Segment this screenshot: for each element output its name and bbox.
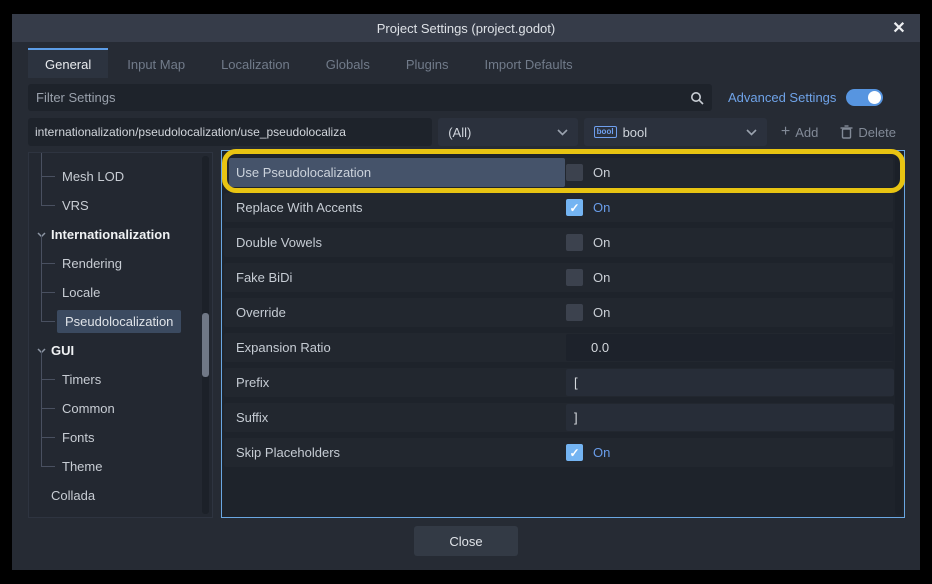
tree-item-mesh-lod[interactable]: Mesh LOD [29, 162, 212, 191]
advanced-settings-toggle[interactable] [846, 89, 883, 106]
property-row-expansion-ratio: Expansion Ratio 0.0 [222, 330, 904, 365]
on-label: On [593, 305, 610, 320]
on-label: On [593, 165, 610, 180]
tree-item-common[interactable]: Common [29, 394, 212, 423]
property-row-double-vowels: Double Vowels On [222, 225, 904, 260]
property-label: Fake BiDi [236, 260, 292, 295]
feature-filter-select[interactable]: (All) [438, 118, 577, 146]
property-label[interactable]: Use Pseudolocalization [229, 158, 565, 187]
plus-icon: + [781, 124, 790, 140]
property-bar: internationalization/pseudolocalization/… [28, 118, 904, 146]
prefix-field[interactable]: [ [566, 369, 894, 396]
tree-item-rendering[interactable]: Rendering [29, 249, 212, 278]
tree-item-vrs[interactable]: VRS [29, 191, 212, 220]
tab-localization[interactable]: Localization [204, 48, 307, 78]
override-checkbox[interactable] [566, 304, 583, 321]
property-label: Skip Placeholders [236, 435, 340, 470]
use-pseudolocalization-checkbox[interactable] [566, 164, 583, 181]
tab-general[interactable]: General [28, 48, 108, 78]
property-path-value: internationalization/pseudolocalization/… [35, 125, 346, 139]
on-label: On [593, 200, 610, 215]
search-icon [690, 91, 704, 105]
inspector-scrollbar-track[interactable] [895, 153, 902, 515]
double-vowels-checkbox[interactable] [566, 234, 583, 251]
property-label: Replace With Accents [236, 190, 362, 225]
close-button[interactable]: Close [414, 526, 518, 556]
window-close-icon[interactable]: ✕ [886, 14, 912, 42]
property-label: Suffix [236, 400, 268, 435]
tab-bar: General Input Map Localization Globals P… [28, 48, 904, 78]
sidebar-scrollbar-thumb[interactable] [202, 313, 209, 377]
property-row-prefix: Prefix [ [222, 365, 904, 400]
property-label: Double Vowels [236, 225, 322, 260]
add-button[interactable]: + Add [773, 118, 826, 146]
bool-type-icon: bool [594, 126, 617, 138]
property-path-input[interactable]: internationalization/pseudolocalization/… [28, 118, 432, 146]
project-settings-dialog: Project Settings (project.godot) ✕ Gener… [12, 14, 920, 570]
add-button-label: Add [795, 125, 818, 140]
delete-button[interactable]: Delete [832, 118, 904, 146]
settings-tree: Mesh LOD VRS Internationalization Render… [28, 152, 213, 518]
tab-import-defaults[interactable]: Import Defaults [467, 48, 589, 78]
tree-item-gui[interactable]: GUI [29, 336, 212, 365]
property-label: Override [236, 295, 286, 330]
type-value: bool [623, 125, 746, 140]
tree-item-fonts[interactable]: Fonts [29, 423, 212, 452]
tree-item-internationalization[interactable]: Internationalization [29, 220, 212, 249]
property-row-fake-bidi: Fake BiDi On [222, 260, 904, 295]
on-label: On [593, 270, 610, 285]
fake-bidi-checkbox[interactable] [566, 269, 583, 286]
delete-button-label: Delete [858, 125, 896, 140]
tree-item-locale[interactable]: Locale [29, 278, 212, 307]
skip-placeholders-checkbox[interactable] [566, 444, 583, 461]
advanced-settings-label: Advanced Settings [728, 90, 836, 105]
property-row-replace-with-accents: Replace With Accents On [222, 190, 904, 225]
toggle-knob [868, 91, 881, 104]
chevron-down-icon [557, 129, 568, 136]
property-row-use-pseudolocalization: Use Pseudolocalization On [222, 155, 904, 190]
feature-filter-value: (All) [448, 125, 556, 140]
property-label: Prefix [236, 365, 269, 400]
trash-icon [840, 125, 853, 139]
titlebar: Project Settings (project.godot) ✕ [12, 14, 920, 42]
tree-item-collada[interactable]: Collada [29, 481, 212, 510]
filter-settings-input[interactable]: Filter Settings [28, 84, 712, 111]
replace-with-accents-checkbox[interactable] [566, 199, 583, 216]
type-select[interactable]: bool bool [584, 118, 767, 146]
property-label: Expansion Ratio [236, 330, 331, 365]
tab-globals[interactable]: Globals [309, 48, 387, 78]
tree-item-timers[interactable]: Timers [29, 365, 212, 394]
property-row-override: Override On [222, 295, 904, 330]
filter-placeholder: Filter Settings [36, 90, 690, 105]
on-label: On [593, 445, 610, 460]
suffix-field[interactable]: ] [566, 404, 894, 431]
inspector-panel: Use Pseudolocalization On Replace With A… [221, 150, 905, 518]
expansion-ratio-field[interactable]: 0.0 [566, 334, 894, 361]
on-label: On [593, 235, 610, 250]
tree-item-theme[interactable]: Theme [29, 452, 212, 481]
tab-input-map[interactable]: Input Map [110, 48, 202, 78]
property-row-suffix: Suffix ] [222, 400, 904, 435]
tab-plugins[interactable]: Plugins [389, 48, 466, 78]
filter-bar: Filter Settings Advanced Settings [28, 84, 904, 111]
window-title: Project Settings (project.godot) [377, 21, 555, 36]
property-row-skip-placeholders: Skip Placeholders On [222, 435, 904, 470]
chevron-down-icon [746, 129, 757, 136]
tree-item-pseudolocalization[interactable]: Pseudolocalization [29, 307, 212, 336]
